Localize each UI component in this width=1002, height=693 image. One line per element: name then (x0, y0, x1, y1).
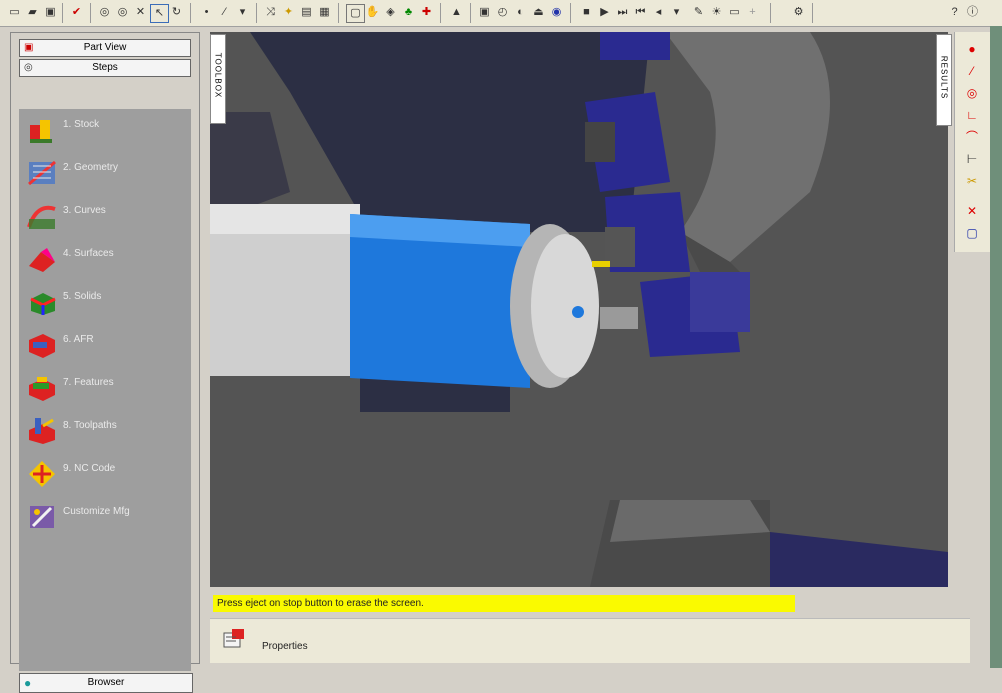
step-afr[interactable]: 6. AFR (23, 324, 188, 362)
toolpath-icon[interactable]: ✦ (280, 4, 297, 21)
step-solids[interactable]: 5. Solids (23, 281, 188, 319)
steps-icon: ◎ (24, 62, 33, 73)
about-icon[interactable]: ⓘ (964, 4, 981, 21)
left-panel: ▣ Part View ◎ Steps 1. Stock 2. Geometry… (10, 32, 200, 693)
select-arrow-icon[interactable]: ↖ (150, 4, 169, 23)
step-customize-mfg[interactable]: Customize Mfg (23, 496, 188, 534)
help-icon[interactable]: ? (946, 4, 963, 21)
view-cube-icon[interactable]: ◈ (382, 4, 399, 21)
transform-icon[interactable]: ⤨ (262, 4, 279, 21)
step-curves[interactable]: 3. Curves (23, 195, 188, 233)
tab-toolbox[interactable]: TOOLBOX (210, 34, 226, 124)
stop-icon[interactable]: ■ (578, 4, 595, 21)
sound-icon[interactable]: ◂ (650, 4, 667, 21)
add-icon[interactable]: + (744, 4, 761, 21)
delete-entity-icon[interactable]: ✕ (961, 202, 983, 220)
steps-list: 1. Stock 2. Geometry 3. Curves 4. Surfac… (19, 109, 191, 671)
customize-mfg-icon (30, 506, 54, 528)
simulate-icon[interactable]: ▣ (476, 4, 493, 21)
step-nc-code[interactable]: 9. NC Code (23, 453, 188, 491)
surfaces-icon (29, 248, 55, 272)
settings-gear-icon[interactable]: ⚙ (790, 4, 807, 21)
new-file-icon[interactable]: ▭ (6, 4, 23, 21)
browser-globe-icon: ● (24, 676, 32, 690)
nc-code-icon (29, 461, 55, 487)
tool-icon[interactable]: ✚ (418, 4, 435, 21)
solids-icon (30, 293, 56, 315)
save-icon[interactable]: ▣ (42, 4, 59, 21)
machine-icon[interactable]: ♣ (400, 4, 417, 21)
tab-browser[interactable]: ● Browser (19, 673, 193, 693)
geometry-icon (28, 160, 56, 186)
step-geometry[interactable]: 2. Geometry (23, 152, 188, 190)
globe-icon[interactable]: ◉ (548, 4, 565, 21)
point-draw-icon[interactable]: ● (961, 40, 983, 58)
move-up-icon[interactable]: ▲ (448, 4, 465, 21)
tab-results[interactable]: RESULTS (936, 34, 952, 126)
operation-icon[interactable]: ▤ (298, 4, 315, 21)
dropdown-icon[interactable]: ▾ (234, 4, 251, 21)
circle-draw-icon[interactable]: ◎ (961, 84, 983, 102)
check-icon[interactable]: ✔ (68, 4, 85, 21)
play-icon[interactable]: ▶ (596, 4, 613, 21)
features-icon (29, 377, 55, 401)
point-icon[interactable]: • (198, 4, 215, 21)
part-view-icon: ▣ (24, 42, 34, 53)
step-toolpaths[interactable]: 8. Toolpaths (23, 410, 188, 448)
step-forward-icon[interactable]: ⏭ (614, 4, 631, 21)
rotate-icon[interactable]: ↻ (168, 4, 185, 21)
properties-bar: Properties (210, 618, 970, 663)
fixture-icon[interactable]: ▦ (316, 4, 333, 21)
machining-scene (210, 32, 948, 587)
zoom-out-icon[interactable]: ◎ (114, 4, 131, 21)
afr-icon (29, 334, 55, 358)
tab-part-view[interactable]: ▣ Part View (19, 39, 191, 57)
box-select-icon[interactable]: ▢ (961, 224, 983, 242)
line-draw-icon[interactable]: ⁄ (961, 62, 983, 80)
step-features[interactable]: 7. Features (23, 367, 188, 405)
3d-viewport[interactable] (210, 32, 948, 587)
sim-view-icon[interactable]: ◐ (512, 4, 529, 21)
open-folder-icon[interactable]: ▰ (24, 4, 41, 21)
light-icon[interactable]: ☀ (708, 4, 725, 21)
curves-icon (27, 205, 56, 229)
toolpaths-icon (29, 418, 55, 444)
step-surfaces[interactable]: 4. Surfaces (23, 238, 188, 276)
properties-icon[interactable] (222, 627, 248, 649)
eject-icon[interactable]: ⏏ (530, 4, 547, 21)
view-fit-icon[interactable]: ▢ (346, 4, 365, 23)
close-view-icon[interactable]: ✕ (132, 4, 149, 21)
stock-icon (30, 120, 52, 143)
sim-dropdown-icon[interactable]: ▾ (668, 4, 685, 21)
properties-label: Properties (262, 641, 308, 652)
tab-steps[interactable]: ◎ Steps (19, 59, 191, 77)
corner-draw-icon[interactable]: ∟ (961, 106, 983, 124)
line-icon[interactable]: ⁄ (216, 4, 233, 21)
status-message: Press eject on stop button to erase the … (213, 595, 795, 612)
trim-icon[interactable]: ✂ (961, 172, 983, 190)
pen-icon[interactable]: ✎ (690, 4, 707, 21)
main-toolbar: ▭ ▰ ▣ ✔ ◎ ◎ ✕ ↖ ↻ • ⁄ ▾ ⤨ ✦ ▤ ▦ ▢ ✋ ◈ ♣ … (0, 0, 1002, 27)
step-back-icon[interactable]: ⏮ (632, 4, 649, 21)
desktop-background (990, 26, 1002, 668)
dimension-icon[interactable]: ⊢ (961, 150, 983, 168)
step-stock[interactable]: 1. Stock (23, 109, 188, 147)
pan-hand-icon[interactable]: ✋ (364, 4, 381, 21)
sim-rotate-icon[interactable]: ◴ (494, 4, 511, 21)
display-icon[interactable]: ▭ (726, 4, 743, 21)
zoom-in-icon[interactable]: ◎ (96, 4, 113, 21)
arc-draw-icon[interactable]: ⌒ (961, 128, 983, 146)
drawing-toolbar: ● ⁄ ◎ ∟ ⌒ ⊢ ✂ ✕ ▢ (954, 32, 991, 252)
